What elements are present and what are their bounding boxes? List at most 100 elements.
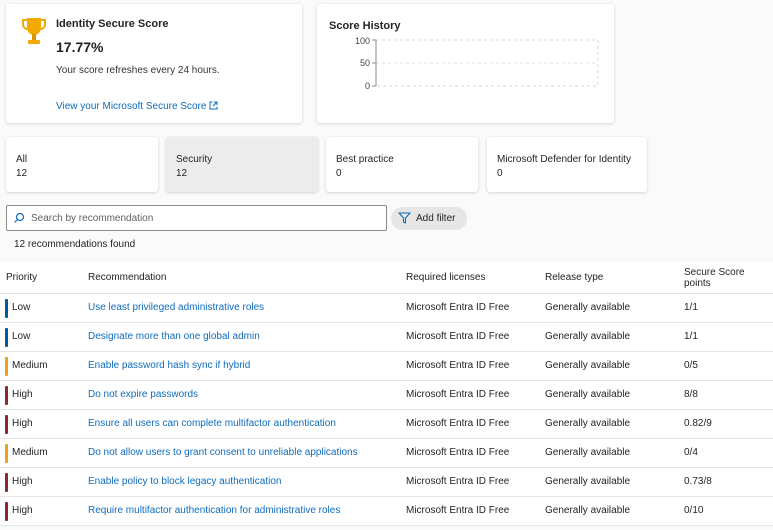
view-secure-score-link-label: View your Microsoft Secure Score (56, 101, 207, 112)
results-count: 12 recommendations found (14, 239, 136, 250)
recommendation-cell: Ensure all users can complete multifacto… (88, 409, 406, 439)
priority-cell: High (0, 467, 88, 497)
license-cell: Microsoft Entra ID Free (406, 293, 545, 323)
release-type-cell: Generally available (545, 322, 684, 352)
column-header-secure-score-points[interactable]: Secure Score points (684, 263, 773, 294)
priority-indicator (5, 414, 8, 434)
filter-card-best-practice[interactable]: Best practice 0 (326, 137, 478, 192)
column-header-priority[interactable]: Priority (0, 263, 88, 294)
search-icon (14, 212, 25, 223)
table-row[interactable]: High Do not expire passwords Microsoft E… (0, 380, 773, 410)
priority-label: High (12, 418, 33, 429)
table-row[interactable]: Low Designate more than one global admin… (0, 322, 773, 352)
filter-card-all[interactable]: All 12 (6, 137, 158, 192)
recommendation-cell: Enable policy to block legacy authentica… (88, 467, 406, 497)
recommendations-table: Priority Recommendation Required license… (0, 263, 773, 526)
license-cell: Microsoft Entra ID Free (406, 380, 545, 410)
add-filter-button[interactable]: Add filter (391, 207, 467, 230)
recommendation-cell: Designate more than one global admin (88, 322, 406, 352)
license-cell: Microsoft Entra ID Free (406, 467, 545, 497)
priority-label: High (12, 505, 33, 516)
column-header-release-type[interactable]: Release type (545, 263, 684, 294)
add-filter-label: Add filter (416, 213, 456, 224)
recommendation-link[interactable]: Require multifactor authentication for a… (88, 505, 340, 516)
priority-cell: High (0, 380, 88, 410)
priority-cell: High (0, 496, 88, 526)
priority-cell: High (0, 409, 88, 439)
priority-cell: Low (0, 322, 88, 352)
license-cell: Microsoft Entra ID Free (406, 409, 545, 439)
score-points-cell: 0/10 (684, 496, 773, 526)
column-header-required-licenses[interactable]: Required licenses (406, 263, 545, 294)
score-history-chart: 100 50 0 (355, 36, 599, 91)
license-cell: Microsoft Entra ID Free (406, 322, 545, 352)
recommendation-cell: Do not expire passwords (88, 380, 406, 410)
score-points-cell: 0.73/8 (684, 467, 773, 497)
y-tick-50: 50 (360, 58, 370, 68)
table-header-row: Priority Recommendation Required license… (0, 263, 773, 294)
priority-cell: Low (0, 293, 88, 323)
filter-name: Security (176, 154, 213, 165)
table-row[interactable]: High Ensure all users can complete multi… (0, 409, 773, 439)
filter-name: All (16, 154, 28, 165)
refresh-note: Your score refreshes every 24 hours. (56, 65, 220, 76)
release-type-cell: Generally available (545, 438, 684, 468)
score-points-cell: 1/1 (684, 293, 773, 323)
recommendation-cell: Do not allow users to grant consent to u… (88, 438, 406, 468)
recommendation-cell: Require multifactor authentication for a… (88, 496, 406, 526)
score-points-cell: 1/1 (684, 322, 773, 352)
filter-count: 12 (16, 168, 28, 179)
table-row[interactable]: Medium Enable password hash sync if hybr… (0, 351, 773, 381)
filter-count: 0 (336, 168, 342, 179)
recommendation-link[interactable]: Enable policy to block legacy authentica… (88, 476, 281, 487)
recommendation-cell: Use least privileged administrative role… (88, 293, 406, 323)
filter-card-defender-for-identity[interactable]: Microsoft Defender for Identity 0 (487, 137, 647, 192)
priority-label: High (12, 476, 33, 487)
score-points-cell: 0/5 (684, 351, 773, 381)
trophy-icon (22, 18, 46, 44)
recommendation-link[interactable]: Do not expire passwords (88, 389, 198, 400)
priority-label: Low (12, 302, 31, 313)
priority-indicator (5, 385, 8, 405)
y-tick-0: 0 (365, 81, 370, 91)
priority-indicator (5, 472, 8, 492)
priority-indicator (5, 356, 8, 376)
score-card-title: Identity Secure Score (56, 18, 169, 30)
score-points-cell: 0.82/9 (684, 409, 773, 439)
filter-count: 0 (497, 168, 503, 179)
recommendation-link[interactable]: Designate more than one global admin (88, 331, 260, 342)
release-type-cell: Generally available (545, 496, 684, 526)
license-cell: Microsoft Entra ID Free (406, 496, 545, 526)
table-row[interactable]: Low Use least privileged administrative … (0, 293, 773, 323)
priority-label: Low (12, 331, 31, 342)
table-row[interactable]: High Enable policy to block legacy authe… (0, 467, 773, 497)
release-type-cell: Generally available (545, 409, 684, 439)
secure-score-value: 17.77% (56, 39, 104, 55)
recommendation-link[interactable]: Do not allow users to grant consent to u… (88, 447, 358, 458)
filter-card-security[interactable]: Security 12 (166, 137, 318, 192)
score-points-cell: 0/4 (684, 438, 773, 468)
recommendation-link[interactable]: Enable password hash sync if hybrid (88, 360, 250, 371)
priority-label: Medium (12, 447, 48, 458)
recommendation-link[interactable]: Ensure all users can complete multifacto… (88, 418, 336, 429)
column-header-recommendation[interactable]: Recommendation (88, 263, 406, 294)
filter-count: 12 (176, 168, 188, 179)
recommendation-link[interactable]: Use least privileged administrative role… (88, 302, 264, 313)
priority-cell: Medium (0, 351, 88, 381)
search-box[interactable] (6, 205, 387, 231)
filter-icon (398, 212, 411, 224)
priority-indicator (5, 443, 8, 463)
table-row[interactable]: High Require multifactor authentication … (0, 496, 773, 526)
search-input[interactable] (31, 209, 381, 227)
release-type-cell: Generally available (545, 293, 684, 323)
identity-secure-score-card: Identity Secure Score 17.77% Your score … (6, 4, 302, 123)
score-points-cell: 8/8 (684, 380, 773, 410)
priority-indicator (5, 501, 8, 521)
view-secure-score-link[interactable]: View your Microsoft Secure Score (56, 101, 218, 112)
release-type-cell: Generally available (545, 380, 684, 410)
priority-cell: Medium (0, 438, 88, 468)
priority-label: High (12, 389, 33, 400)
priority-indicator (5, 298, 8, 318)
table-row[interactable]: Medium Do not allow users to grant conse… (0, 438, 773, 468)
release-type-cell: Generally available (545, 467, 684, 497)
